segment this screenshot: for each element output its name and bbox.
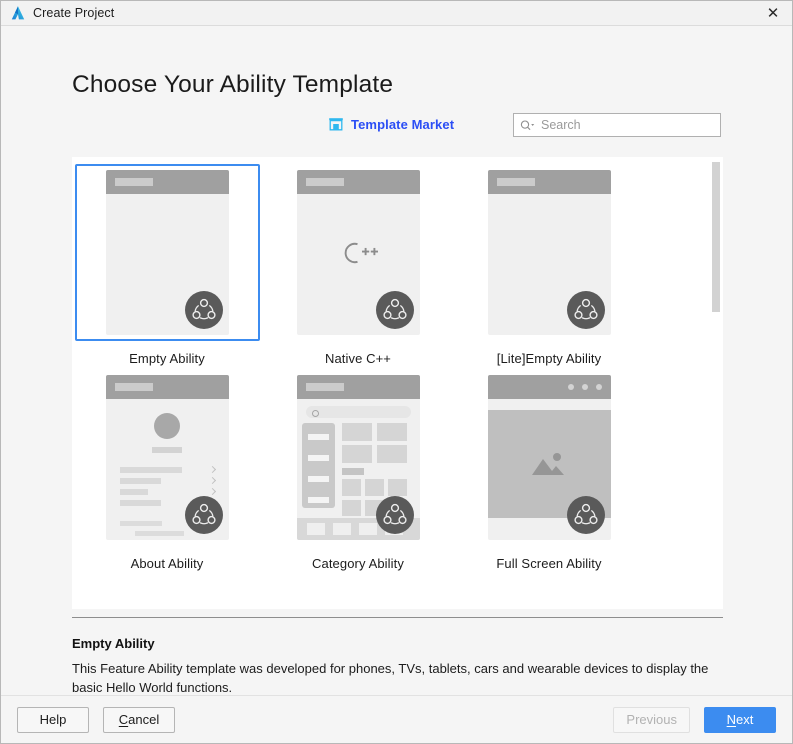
template-thumbnail xyxy=(105,170,229,335)
cancel-mnemonic: C xyxy=(118,712,129,727)
thumb-grid-tile xyxy=(341,445,372,463)
cpp-logo-icon xyxy=(344,242,378,263)
thumb-grid-tile xyxy=(364,479,384,496)
template-card-label: Empty Ability xyxy=(129,351,205,366)
store-icon xyxy=(329,118,343,131)
template-thumbnail xyxy=(296,375,420,540)
distributed-ability-badge-icon xyxy=(375,496,414,534)
description-text: This Feature Ability template was develo… xyxy=(72,661,709,695)
section-divider xyxy=(72,617,723,618)
chevron-right-icon xyxy=(208,476,216,485)
template-card-category-ability[interactable]: Category Ability xyxy=(263,366,453,571)
thumb-footer-line xyxy=(134,531,184,536)
description-panel: Empty Ability This Feature Ability templ… xyxy=(72,636,727,697)
search-input[interactable] xyxy=(539,118,714,132)
next-label-rest: ext xyxy=(736,712,754,727)
thumb-header-bar xyxy=(105,375,229,399)
template-card-label: Category Ability xyxy=(312,556,404,571)
thumb-grid-tile xyxy=(341,479,361,496)
thumb-list-row xyxy=(119,500,161,506)
previous-button[interactable]: Previous xyxy=(613,706,690,733)
template-grid-scrollbar[interactable] xyxy=(712,157,722,609)
distributed-ability-badge-icon xyxy=(184,291,223,329)
next-button[interactable]: Next xyxy=(704,706,776,733)
close-icon[interactable]: ✕ xyxy=(764,4,782,22)
thumb-header-title-placeholder xyxy=(114,383,153,391)
toolbar-row: Template Market xyxy=(1,113,792,144)
template-card-full-screen-ability[interactable]: Full Screen Ability xyxy=(454,366,644,571)
thumb-header-title-placeholder xyxy=(305,383,344,391)
template-thumbnail-frame xyxy=(75,369,260,546)
thumb-grid-tile xyxy=(387,479,407,496)
template-thumbnail xyxy=(105,375,229,540)
template-thumbnail-frame xyxy=(266,164,451,341)
dialog-footer: Help Cancel Previous Next xyxy=(1,695,792,743)
search-dropdown-icon[interactable] xyxy=(520,119,535,132)
thumb-name-placeholder xyxy=(152,447,182,453)
chevron-right-icon xyxy=(208,465,216,474)
thumb-section-label xyxy=(341,468,364,475)
template-thumbnail xyxy=(487,170,611,335)
template-thumbnail-frame xyxy=(457,369,642,546)
deveco-logo-icon xyxy=(11,6,25,20)
template-card-about-ability[interactable]: About Ability xyxy=(72,366,262,571)
dialog-body: Choose Your Ability Template Template Ma… xyxy=(1,26,792,743)
next-mnemonic: N xyxy=(726,712,737,727)
thumb-list-row xyxy=(119,467,182,473)
thumb-header-title-placeholder xyxy=(496,178,535,186)
thumb-list-row xyxy=(119,489,148,495)
thumb-header-title-placeholder xyxy=(305,178,344,186)
template-thumbnail-frame xyxy=(457,164,642,341)
thumb-header-bar xyxy=(296,375,420,399)
cancel-label-rest: ancel xyxy=(128,712,160,727)
window-title: Create Project xyxy=(33,6,115,20)
search-box[interactable] xyxy=(513,113,721,137)
template-card-native-cpp[interactable]: Native C++ xyxy=(263,161,453,366)
description-title: Empty Ability xyxy=(72,636,155,651)
cancel-button[interactable]: Cancel xyxy=(103,706,175,733)
help-button[interactable]: Help xyxy=(17,706,89,733)
thumb-sidebar-placeholder xyxy=(301,423,335,508)
template-thumbnail xyxy=(487,375,611,540)
template-card-label: Full Screen Ability xyxy=(496,556,602,571)
thumb-grid-tile xyxy=(341,423,372,441)
thumb-list-row xyxy=(119,478,161,484)
thumb-avatar-placeholder xyxy=(154,413,180,439)
distributed-ability-badge-icon xyxy=(184,496,223,534)
thumb-header-title-placeholder xyxy=(114,178,153,186)
distributed-ability-badge-icon xyxy=(375,291,414,329)
thumb-subheader-strip xyxy=(487,399,611,410)
template-card-empty-ability[interactable]: Empty Ability xyxy=(72,161,262,366)
thumb-search-placeholder xyxy=(305,406,411,418)
thumb-grid-tile xyxy=(376,423,407,441)
distributed-ability-badge-icon xyxy=(566,291,605,329)
template-card-lite-empty-ability[interactable]: [Lite]Empty Ability xyxy=(454,161,644,366)
template-market-label: Template Market xyxy=(351,116,455,132)
image-placeholder-icon xyxy=(532,453,564,475)
template-grid-scroll-area: Empty Ability Native C++ [Lite]Empty Abi… xyxy=(72,157,723,609)
thumb-header-bar xyxy=(487,170,611,194)
page-title: Choose Your Ability Template xyxy=(72,71,394,98)
template-thumbnail xyxy=(296,170,420,335)
thumb-grid-tile xyxy=(341,500,361,516)
title-bar: Create Project ✕ xyxy=(1,1,792,26)
template-card-label: About Ability xyxy=(130,556,204,571)
thumb-grid-tile xyxy=(376,445,407,463)
template-market-link[interactable]: Template Market xyxy=(328,116,454,132)
distributed-ability-badge-icon xyxy=(566,496,605,534)
template-card-label: Native C++ xyxy=(324,351,392,366)
template-thumbnail-frame xyxy=(74,164,260,341)
scrollbar-thumb[interactable] xyxy=(712,162,720,312)
chevron-right-icon xyxy=(208,487,216,496)
create-project-dialog: Create Project ✕ Choose Your Ability Tem… xyxy=(0,0,793,744)
template-card-label: [Lite]Empty Ability xyxy=(496,351,602,366)
thumb-footer-line xyxy=(119,521,162,526)
thumb-header-bar xyxy=(105,170,229,194)
template-thumbnail-frame xyxy=(266,369,451,546)
thumb-header-bar xyxy=(487,375,611,399)
thumb-window-dots-icon xyxy=(567,384,602,390)
thumb-header-bar xyxy=(296,170,420,194)
template-grid: Empty Ability Native C++ [Lite]Empty Abi… xyxy=(72,157,722,571)
